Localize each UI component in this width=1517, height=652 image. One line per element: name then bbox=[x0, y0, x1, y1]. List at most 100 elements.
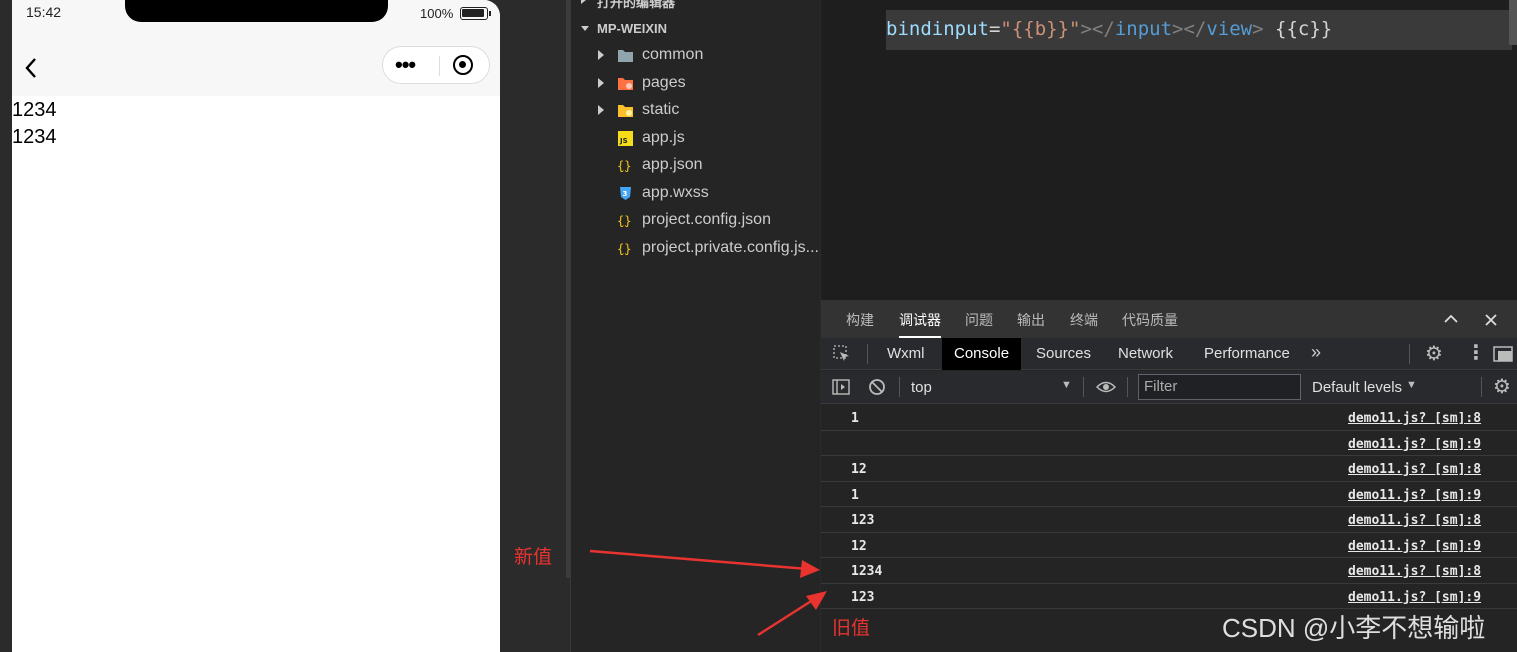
dock-side-icon[interactable] bbox=[1493, 346, 1513, 362]
file-tree-label: common bbox=[642, 46, 704, 63]
code-token: = bbox=[988, 18, 1001, 40]
json-file-icon: {}.. bbox=[617, 213, 634, 228]
annotation-arrows bbox=[589, 549, 827, 637]
sidebar-toggle-icon[interactable] bbox=[832, 379, 850, 395]
battery-icon bbox=[460, 7, 488, 20]
pages-folder-icon bbox=[617, 76, 634, 91]
code-token: > bbox=[1252, 18, 1275, 40]
capsule-divider bbox=[439, 56, 440, 76]
js-file-icon: JS bbox=[617, 130, 634, 146]
collapsed-arrow-icon bbox=[598, 50, 604, 60]
dropdown-arrow-icon[interactable]: ▼ bbox=[1061, 379, 1072, 391]
file-tree-item[interactable]: {}.. project.private.config.js... bbox=[571, 236, 821, 263]
menu-capsule: ••• bbox=[382, 46, 490, 84]
tab-output[interactable]: 输出 bbox=[1017, 310, 1045, 330]
file-tree-item[interactable]: common bbox=[571, 43, 821, 70]
log-value: 1 bbox=[851, 411, 859, 426]
context-selector[interactable]: top bbox=[911, 379, 932, 396]
file-tree-item[interactable]: pages bbox=[571, 71, 821, 98]
editor-scrollbar[interactable] bbox=[1509, 0, 1517, 45]
close-icon[interactable] bbox=[1485, 314, 1497, 326]
file-tree-item[interactable]: 3 app.wxss bbox=[571, 181, 821, 208]
eye-icon[interactable] bbox=[1096, 380, 1116, 394]
log-source-link[interactable]: demo11.js? [sm]:9 bbox=[1348, 539, 1481, 554]
open-editors-label: 打开的编辑器 bbox=[597, 0, 676, 10]
code-line-highlight: bindinput="{{b}}"></input></view> {{c}} bbox=[886, 10, 1512, 50]
log-value: 1 bbox=[851, 487, 859, 503]
file-tree-label: app.js bbox=[642, 128, 685, 146]
filter-input[interactable]: Filter bbox=[1138, 374, 1301, 400]
file-tree-label: app.wxss bbox=[642, 183, 709, 201]
console-filter-bar: top ▼ Filter Default levels ▼ ⚙ bbox=[821, 371, 1517, 404]
json-file-icon: {}.. bbox=[617, 241, 634, 256]
svg-text:..: .. bbox=[622, 248, 626, 256]
file-tree-item[interactable]: {}.. app.json bbox=[571, 153, 821, 180]
svg-text:3: 3 bbox=[623, 190, 628, 198]
log-source-link[interactable]: demo11.js? [sm]:8 bbox=[1348, 513, 1481, 528]
log-source-link[interactable]: demo11.js? [sm]:8 bbox=[1348, 564, 1481, 579]
console-log-row: 123 demo11.js? [sm]:8 bbox=[821, 507, 1517, 533]
log-levels-dropdown[interactable]: Default levels bbox=[1312, 379, 1402, 396]
more-dots-icon[interactable]: ••• bbox=[395, 54, 416, 76]
inspect-element-icon[interactable] bbox=[833, 345, 851, 363]
tab-problems[interactable]: 问题 bbox=[965, 310, 993, 330]
page-text-line: 1234 bbox=[12, 126, 57, 148]
old-value-annotation: 旧值 bbox=[832, 618, 871, 639]
dropdown-arrow-icon[interactable]: ▼ bbox=[1406, 379, 1417, 391]
log-source-link[interactable]: demo11.js? [sm]:9 bbox=[1348, 488, 1481, 503]
log-source-link[interactable]: demo11.js? [sm]:8 bbox=[1348, 462, 1481, 477]
svg-text:..: .. bbox=[622, 220, 626, 228]
settings-gear-icon[interactable]: ⚙ bbox=[1425, 341, 1443, 366]
code-editor[interactable]: bindinput="{{b}}"></input></view> {{c}} bbox=[821, 0, 1517, 300]
file-tree-label: project.private.config.js... bbox=[642, 238, 819, 256]
close-circle-icon[interactable] bbox=[453, 55, 473, 75]
code-token: view bbox=[1206, 18, 1253, 40]
more-tabs-icon[interactable]: » bbox=[1311, 342, 1321, 363]
devtools-tab-bar: Wxml Console Sources Network Performance… bbox=[821, 338, 1517, 370]
open-editors-header[interactable]: 打开的编辑器 bbox=[571, 0, 821, 12]
project-header[interactable]: MP-WEIXIN bbox=[571, 18, 821, 40]
svg-text:..: .. bbox=[622, 165, 626, 173]
console-log-row: 12 demo11.js? [sm]:9 bbox=[821, 533, 1517, 558]
clear-console-icon[interactable] bbox=[868, 378, 886, 396]
svg-text:JS: JS bbox=[619, 137, 628, 145]
code-token: input bbox=[1114, 18, 1173, 40]
console-log-row: 1 demo11.js? [sm]:9 bbox=[821, 482, 1517, 507]
file-tree-item[interactable]: JS app.js bbox=[571, 126, 821, 153]
console-log-row: 123 demo11.js? [sm]:9 bbox=[821, 584, 1517, 609]
tab-performance[interactable]: Performance bbox=[1192, 338, 1302, 370]
tab-build[interactable]: 构建 bbox=[846, 310, 874, 330]
status-bar: 15:42 100% bbox=[12, 0, 500, 28]
file-tree-item[interactable]: static bbox=[571, 98, 821, 125]
csdn-watermark: CSDN @小李不想输啦 bbox=[1222, 613, 1486, 643]
log-source-link[interactable]: demo11.js? [sm]:9 bbox=[1348, 590, 1481, 605]
tab-debugger[interactable]: 调试器 bbox=[899, 310, 941, 330]
kebab-menu-icon[interactable]: ⋮ bbox=[1466, 340, 1486, 365]
toolbar-separator bbox=[1083, 377, 1084, 397]
chevron-up-icon[interactable] bbox=[1444, 314, 1458, 324]
toolbar-separator bbox=[1127, 377, 1128, 397]
tab-wxml[interactable]: Wxml bbox=[875, 338, 937, 370]
tab-console[interactable]: Console bbox=[942, 338, 1022, 370]
new-value-annotation: 新值 bbox=[514, 547, 553, 568]
expanded-arrow-icon bbox=[581, 26, 589, 31]
code-token: ></ bbox=[1172, 18, 1207, 40]
simulator-panel: 15:42 100% ••• 1234 1234 bbox=[0, 0, 500, 652]
tab-network[interactable]: Network bbox=[1106, 338, 1185, 370]
tab-sources[interactable]: Sources bbox=[1024, 338, 1103, 370]
log-value: 123 bbox=[851, 513, 875, 528]
log-source-link[interactable]: demo11.js? [sm]:8 bbox=[1348, 411, 1481, 426]
code-token: "{{b}}" bbox=[1000, 18, 1081, 40]
tab-code-quality[interactable]: 代码质量 bbox=[1122, 310, 1178, 330]
console-settings-icon[interactable]: ⚙ bbox=[1493, 374, 1511, 399]
console-log-row: 1 demo11.js? [sm]:8 bbox=[821, 405, 1517, 431]
file-tree-label: app.json bbox=[642, 156, 703, 173]
console-log-row: demo11.js? [sm]:9 bbox=[821, 431, 1517, 456]
page-text-line: 1234 bbox=[12, 99, 57, 121]
back-arrow-icon[interactable] bbox=[24, 56, 38, 80]
log-source-link[interactable]: demo11.js? [sm]:9 bbox=[1348, 437, 1481, 452]
code-token: bindinput bbox=[886, 18, 989, 40]
collapsed-arrow-icon bbox=[598, 105, 604, 115]
file-tree-item[interactable]: {}.. project.config.json bbox=[571, 208, 821, 235]
tab-terminal[interactable]: 终端 bbox=[1070, 310, 1098, 330]
